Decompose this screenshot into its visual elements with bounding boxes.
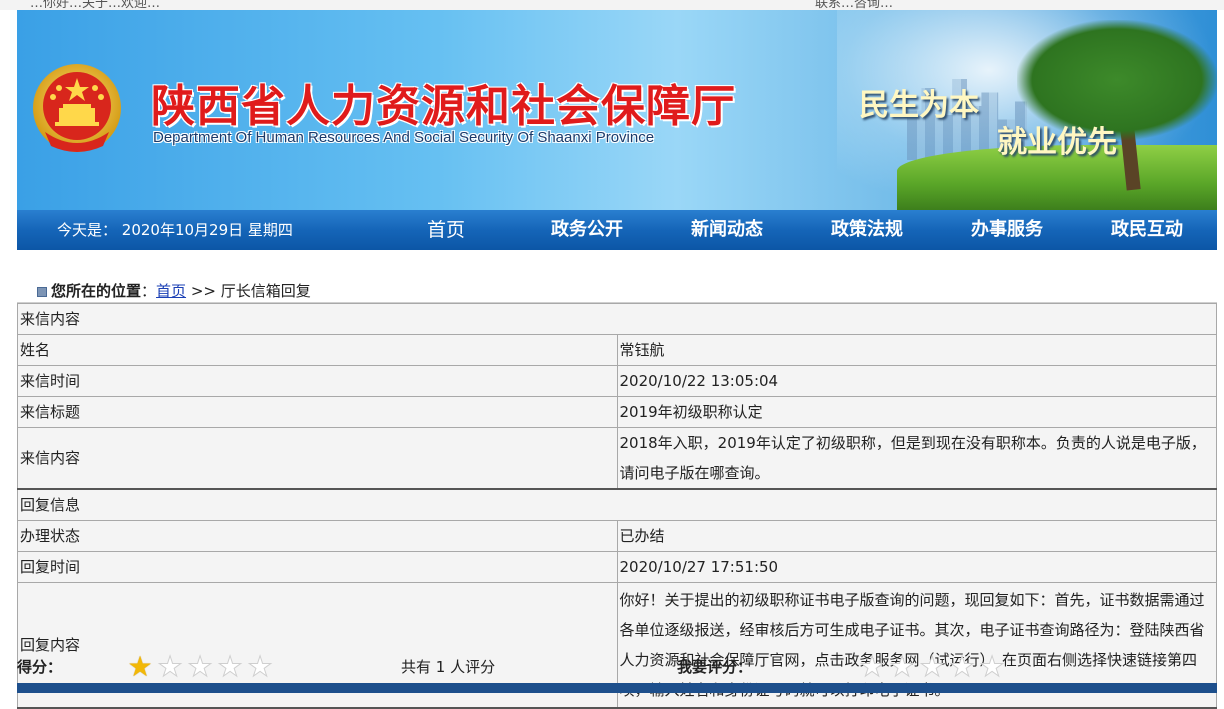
letter-content-label: 来信内容 bbox=[17, 427, 618, 490]
table-row: 来信标题 2019年初级职称认定 bbox=[17, 396, 1217, 428]
score-star-icon: ★ bbox=[157, 650, 183, 683]
reply-time-label: 回复时间 bbox=[17, 551, 618, 583]
site-title-en: Department Of Human Resources And Social… bbox=[153, 129, 655, 146]
letter-subject-label: 来信标题 bbox=[17, 396, 618, 428]
status-value: 已办结 bbox=[616, 520, 1217, 552]
status-label: 办理状态 bbox=[17, 520, 618, 552]
reply-time-value: 2020/10/27 17:51:50 bbox=[616, 551, 1217, 583]
score-stars: ★ ★ ★ ★ ★ bbox=[125, 650, 275, 683]
breadcrumb-home-link[interactable]: 首页 bbox=[156, 282, 186, 300]
today-date: 今天是： 2020年10月29日 星期四 bbox=[57, 210, 293, 250]
breadcrumb-separator: >> bbox=[186, 282, 221, 300]
nav-item-gov-affairs[interactable]: 政务公开 bbox=[551, 210, 623, 250]
letter-content-value: 2018年入职，2019年认定了初级职称，但是到现在没有职称本。负责的人说是电子… bbox=[616, 427, 1217, 490]
top-right-links[interactable]: 联系…咨询… bbox=[815, 0, 893, 10]
nav-item-interaction[interactable]: 政民互动 bbox=[1111, 210, 1183, 250]
table-row: 姓名 常钰航 bbox=[17, 334, 1217, 366]
rate-star-icon[interactable]: ★ bbox=[917, 652, 947, 681]
main-nav: 今天是： 2020年10月29日 星期四 首页 政务公开 新闻动态 政策法规 办… bbox=[17, 210, 1217, 250]
nav-item-home[interactable]: 首页 bbox=[427, 210, 465, 250]
score-star-icon: ★ bbox=[187, 650, 213, 683]
name-value: 常钰航 bbox=[616, 334, 1217, 366]
table-row: 办理状态 已办结 bbox=[17, 520, 1217, 552]
score-star-icon: ★ bbox=[127, 650, 153, 683]
nav-item-policy[interactable]: 政策法规 bbox=[831, 210, 903, 250]
breadcrumb: 您所在的位置：首页 >> 厅长信箱回复 bbox=[17, 280, 1217, 303]
rate-star-icon[interactable]: ★ bbox=[977, 652, 1007, 681]
rating-bar: 得分： ★ ★ ★ ★ ★ 共有 1 人评分 我要评分： ★ ★ ★ ★ ★ bbox=[17, 650, 1217, 683]
footer-bar bbox=[17, 683, 1217, 693]
table-row: 来信内容 2018年入职，2019年认定了初级职称，但是到现在没有职称本。负责的… bbox=[17, 427, 1217, 490]
score-star-icon: ★ bbox=[247, 650, 273, 683]
rate-star-icon[interactable]: ★ bbox=[887, 652, 917, 681]
site-title-cn: 陕西省人力资源和社会保障厅 bbox=[151, 81, 736, 132]
nav-item-services[interactable]: 办事服务 bbox=[971, 210, 1043, 250]
score-star-icon: ★ bbox=[217, 650, 243, 683]
letter-subject-value: 2019年初级职称认定 bbox=[616, 396, 1217, 428]
letter-section-title: 来信内容 bbox=[17, 303, 1217, 335]
score-label: 得分： bbox=[17, 658, 63, 676]
breadcrumb-current: 厅长信箱回复 bbox=[220, 282, 311, 300]
national-emblem-icon bbox=[33, 64, 121, 152]
name-label: 姓名 bbox=[17, 334, 618, 366]
table-row: 回复时间 2020/10/27 17:51:50 bbox=[17, 551, 1217, 583]
top-left-text: …你好…关于…欢迎… bbox=[30, 0, 161, 10]
breadcrumb-label: 您所在的位置 bbox=[51, 282, 142, 300]
table-row: 来信时间 2020/10/22 13:05:04 bbox=[17, 365, 1217, 397]
top-utility-strip: …你好…关于…欢迎… 联系…咨询… bbox=[0, 0, 1224, 10]
rating-count: 共有 1 人评分 bbox=[401, 658, 496, 676]
rate-star-icon[interactable]: ★ bbox=[857, 652, 887, 681]
letter-detail-table: 来信内容 姓名 常钰航 来信时间 2020/10/22 13:05:04 来信标… bbox=[17, 303, 1217, 709]
my-rating-label: 我要评分： bbox=[677, 658, 753, 676]
reply-section-title: 回复信息 bbox=[17, 488, 1217, 521]
slogan-primary: 民生为本 bbox=[859, 88, 979, 123]
letter-section-row: 来信内容 bbox=[17, 303, 1217, 335]
reply-section-row: 回复信息 bbox=[17, 488, 1217, 521]
rate-star-icon[interactable]: ★ bbox=[947, 652, 977, 681]
breadcrumb-colon: ： bbox=[141, 282, 157, 300]
letter-time-value: 2020/10/22 13:05:04 bbox=[616, 365, 1217, 397]
site-banner: 陕西省人力资源和社会保障厅 Department Of Human Resour… bbox=[17, 10, 1217, 210]
my-rating-stars: ★ ★ ★ ★ ★ bbox=[857, 652, 1007, 681]
date-label: 今天是： bbox=[57, 221, 118, 239]
letter-time-label: 来信时间 bbox=[17, 365, 618, 397]
date-value: 2020年10月29日 星期四 bbox=[121, 221, 293, 239]
nav-item-news[interactable]: 新闻动态 bbox=[691, 210, 763, 250]
breadcrumb-bullet-icon bbox=[37, 286, 47, 297]
slogan-secondary: 就业优先 bbox=[997, 125, 1117, 160]
